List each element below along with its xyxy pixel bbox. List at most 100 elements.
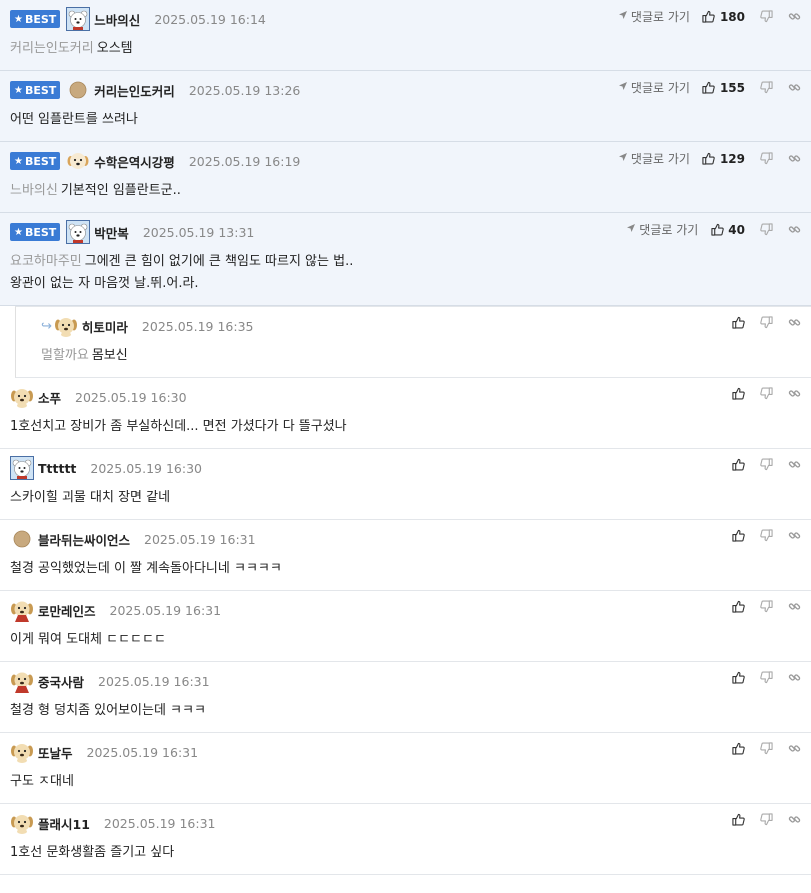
comment-date: 2025.05.19 16:30 [75, 389, 187, 405]
mention[interactable]: 요코하마주민 [10, 254, 82, 269]
nickname[interactable]: 소푸 [38, 388, 61, 407]
comment-body: 어떤 임플란트를 쓰려나 [10, 107, 801, 141]
comment-header: 로만레인즈 2025.05.19 16:31 [10, 591, 801, 627]
thumbs-down-icon[interactable] [759, 81, 773, 95]
thumbs-down-icon[interactable] [759, 152, 773, 166]
thumbs-up-icon [710, 223, 724, 237]
link-icon[interactable] [787, 152, 801, 166]
comment-date: 2025.05.19 16:31 [98, 673, 210, 689]
comment-actions [731, 457, 801, 471]
avatar[interactable] [54, 314, 78, 338]
like-button[interactable] [731, 599, 745, 613]
mention[interactable]: 커리는인도커리 [10, 41, 94, 56]
thumbs-down-icon[interactable] [759, 315, 773, 329]
best-badge: ★ BEST [10, 152, 61, 170]
comment-date: 2025.05.19 16:31 [86, 744, 199, 760]
comment-date: 2025.05.19 16:31 [144, 531, 256, 547]
comment-actions [731, 599, 801, 613]
link-icon[interactable] [787, 386, 801, 400]
mention[interactable]: 느바의신 [10, 183, 58, 198]
link-icon[interactable] [787, 812, 801, 826]
avatar[interactable] [66, 149, 90, 173]
avatar[interactable] [66, 7, 91, 31]
nickname[interactable]: 블라뒤는싸이언스 [38, 530, 130, 549]
like-button[interactable] [731, 670, 745, 684]
goto-comment-link[interactable]: 댓글로 가기 [618, 150, 690, 167]
comment-actions: 댓글로 가기 155 [618, 79, 801, 96]
link-icon[interactable] [787, 10, 801, 24]
like-button[interactable]: 40 [710, 223, 745, 237]
like-button[interactable] [731, 457, 745, 471]
nickname[interactable]: 수학은역시강평 [94, 152, 175, 171]
link-icon[interactable] [787, 81, 801, 95]
avatar[interactable] [10, 669, 34, 693]
like-count: 155 [719, 80, 745, 95]
comment-date: 2025.05.19 16:30 [90, 460, 202, 476]
goto-label: 댓글로 가기 [639, 223, 699, 237]
comment: 플래시11 2025.05.19 16:31 1호선 문화생활좀 즐기고 싶다 [0, 804, 811, 875]
like-count: 129 [719, 151, 745, 166]
nickname[interactable]: 또날두 [38, 743, 73, 762]
reply-comment: ↪ 히토미라 2025.05.19 16:35 멀할까요 몸보신 [15, 306, 811, 378]
thumbs-down-icon[interactable] [759, 223, 773, 237]
link-icon[interactable] [787, 528, 801, 542]
avatar[interactable] [10, 385, 34, 409]
nickname[interactable]: 박만복 [94, 223, 129, 242]
like-button[interactable] [731, 386, 745, 400]
link-icon[interactable] [787, 223, 801, 237]
nickname[interactable]: 커리는인도커리 [94, 81, 175, 100]
comment-date: 2025.05.19 16:14 [154, 11, 266, 27]
thumbs-down-icon[interactable] [759, 599, 773, 613]
link-icon[interactable] [787, 670, 801, 684]
nickname[interactable]: Tttttt [38, 461, 76, 476]
thumbs-down-icon[interactable] [759, 10, 773, 24]
nickname[interactable]: 느바의신 [94, 10, 140, 29]
avatar[interactable] [10, 740, 34, 764]
like-button[interactable]: 129 [702, 152, 745, 166]
thumbs-down-icon[interactable] [759, 812, 773, 826]
nickname[interactable]: 중국사람 [38, 672, 84, 691]
arrow-icon [618, 10, 628, 23]
thumbs-down-icon[interactable] [759, 457, 773, 471]
thumbs-down-icon[interactable] [759, 386, 773, 400]
comment-header: ↪ 히토미라 2025.05.19 16:35 [41, 307, 801, 343]
comment-body: 철경 형 덩치좀 있어보이는데 ㅋㅋㅋ [10, 698, 801, 732]
like-count: 180 [719, 9, 745, 24]
link-icon[interactable] [787, 315, 801, 329]
avatar[interactable] [10, 811, 34, 835]
comment-date: 2025.05.19 13:31 [142, 224, 255, 240]
avatar[interactable] [10, 456, 34, 480]
nickname[interactable]: 로만레인즈 [38, 601, 96, 620]
comment-text: 이게 뭐여 도대체 ㄷㄷㄷㄷㄷ [10, 632, 166, 647]
avatar[interactable] [10, 527, 34, 551]
like-button[interactable]: 155 [702, 81, 745, 95]
best-label: BEST [24, 154, 57, 168]
like-button[interactable]: 180 [702, 10, 745, 24]
link-icon[interactable] [787, 741, 801, 755]
comment-body: 1호선치고 장비가 좀 부실하신데... 면전 가셨다가 다 뜰구셨나 [10, 414, 801, 448]
link-icon[interactable] [787, 457, 801, 471]
nickname[interactable]: 플래시11 [38, 814, 90, 833]
avatar[interactable] [10, 598, 34, 622]
like-button[interactable] [731, 741, 745, 755]
link-icon[interactable] [787, 599, 801, 613]
like-button[interactable] [731, 315, 745, 329]
thumbs-down-icon[interactable] [759, 670, 773, 684]
mention[interactable]: 멀할까요 [41, 348, 89, 363]
thumbs-down-icon[interactable] [759, 741, 773, 755]
best-comment: ★ BEST 느바의신 2025.05.19 16:14 댓글로 가기 180 커리는인도… [0, 0, 811, 71]
best-badge: ★ BEST [10, 223, 61, 241]
avatar[interactable] [66, 78, 90, 102]
comment-body: 커리는인도커리 오스템 [10, 36, 801, 70]
goto-comment-link[interactable]: 댓글로 가기 [626, 221, 698, 238]
goto-comment-link[interactable]: 댓글로 가기 [618, 8, 690, 25]
thumbs-down-icon[interactable] [759, 528, 773, 542]
avatar[interactable] [66, 220, 91, 244]
star-icon: ★ [14, 84, 23, 96]
like-button[interactable] [731, 528, 745, 542]
comment-text: 철경 공익했었는데 이 짤 계속돌아다니네 ㅋㅋㅋㅋ [10, 561, 282, 576]
like-button[interactable] [731, 812, 745, 826]
nickname[interactable]: 히토미라 [82, 317, 128, 336]
goto-comment-link[interactable]: 댓글로 가기 [618, 79, 690, 96]
comment-date: 2025.05.19 16:35 [141, 318, 254, 334]
